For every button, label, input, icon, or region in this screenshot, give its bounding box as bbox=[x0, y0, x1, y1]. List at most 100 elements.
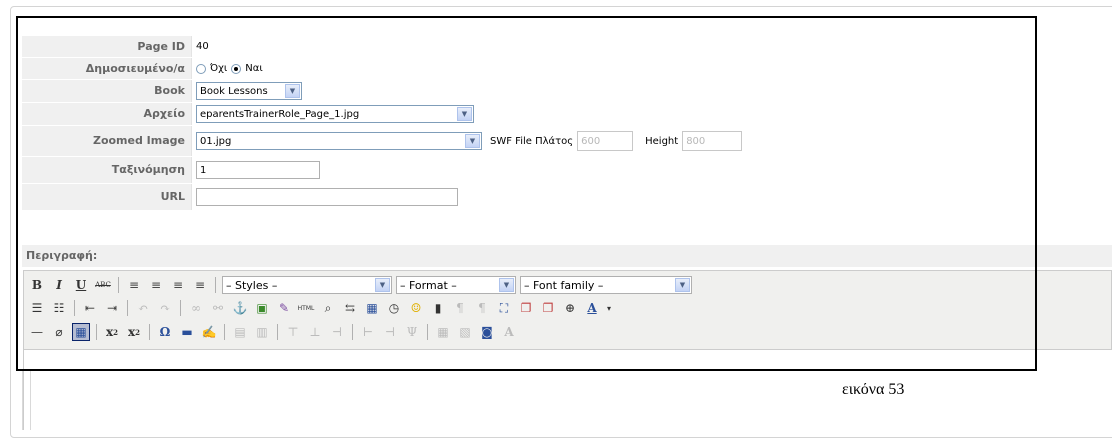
bullet-list-icon[interactable]: ☰ bbox=[28, 299, 46, 317]
url-input[interactable] bbox=[196, 188, 458, 206]
insert-time-icon[interactable]: ◷ bbox=[385, 299, 403, 317]
toolbar-separator bbox=[127, 300, 128, 316]
align-justify-icon[interactable]: ≡ bbox=[191, 276, 209, 294]
swf-width-input[interactable] bbox=[577, 131, 634, 151]
styles-select[interactable]: – Styles – ▼ bbox=[222, 276, 392, 294]
book-select[interactable]: Book Lessons ▼ bbox=[196, 82, 302, 100]
table-cell-props-icon[interactable]: ▥ bbox=[253, 323, 271, 341]
toolbar-separator bbox=[427, 324, 428, 340]
row-published: Δημοσιευμένο/α Όχι Ναι bbox=[22, 58, 1112, 80]
link-icon[interactable]: ∞ bbox=[187, 299, 205, 317]
anchor-icon[interactable]: ⚓ bbox=[231, 299, 249, 317]
replace-icon[interactable]: ⇆ bbox=[341, 299, 359, 317]
subscript-icon[interactable]: x2 bbox=[103, 323, 121, 341]
ltr-icon[interactable]: ¶ bbox=[451, 299, 469, 317]
figure-caption: εικόνα 53 bbox=[842, 381, 905, 398]
align-left-icon[interactable]: ≡ bbox=[125, 276, 143, 294]
height-label: Height bbox=[645, 135, 679, 147]
chevron-down-icon[interactable]: ▼ bbox=[285, 84, 300, 98]
indent-icon[interactable]: ⇥ bbox=[103, 299, 121, 317]
toolbar-separator bbox=[277, 324, 278, 340]
text-color-icon[interactable]: A bbox=[583, 299, 601, 317]
numbered-list-icon[interactable]: ☷ bbox=[50, 299, 68, 317]
insert-row-before-icon[interactable]: ⊤ bbox=[284, 323, 302, 341]
page-id-label: Page ID bbox=[22, 36, 192, 57]
toolbar-separator bbox=[180, 300, 181, 316]
zoomed-select[interactable]: 01.jpg ▼ bbox=[196, 132, 482, 150]
redo-icon[interactable]: ↷ bbox=[156, 299, 174, 317]
style-props-icon[interactable]: A bbox=[500, 323, 518, 341]
insert-layer-icon[interactable]: ⊕ bbox=[561, 299, 579, 317]
file-label: Αρχείο bbox=[22, 103, 192, 125]
format-select-value: – Format – bbox=[400, 278, 457, 292]
visual-aid-icon[interactable]: ▬ bbox=[178, 323, 196, 341]
insert-box-icon[interactable]: ◙ bbox=[478, 323, 496, 341]
chevron-down-icon[interactable]: ▾ bbox=[605, 299, 613, 317]
row-ordering: Ταξινόμηση bbox=[22, 157, 1112, 184]
superscript-icon[interactable]: x2 bbox=[125, 323, 143, 341]
row-url: URL bbox=[22, 184, 1112, 211]
chevron-down-icon[interactable]: ▼ bbox=[457, 107, 472, 121]
underline-icon[interactable]: U bbox=[72, 276, 90, 294]
remove-format-icon[interactable]: ⌀ bbox=[50, 323, 68, 341]
bold-icon[interactable]: B bbox=[28, 276, 46, 294]
html-icon[interactable]: HTML bbox=[297, 299, 315, 317]
emoticon-icon[interactable]: ☺ bbox=[407, 299, 425, 317]
rtl-icon[interactable]: ¶ bbox=[473, 299, 491, 317]
url-label: URL bbox=[22, 184, 192, 210]
file-select-value: eparentsTrainerRole_Page_1.jpg bbox=[200, 108, 360, 120]
insert-col-before-icon[interactable]: ⊢ bbox=[359, 323, 377, 341]
chevron-down-icon[interactable]: ▼ bbox=[375, 278, 390, 292]
chevron-down-icon[interactable]: ▼ bbox=[499, 278, 514, 292]
toolbar-separator bbox=[224, 324, 225, 340]
italic-icon[interactable]: I bbox=[50, 276, 68, 294]
book-select-value: Book Lessons bbox=[200, 85, 268, 97]
font-family-select-value: – Font family – bbox=[524, 278, 604, 292]
align-center-icon[interactable]: ≡ bbox=[147, 276, 165, 294]
divider bbox=[30, 370, 31, 430]
strikethrough-icon[interactable]: ABC bbox=[94, 276, 112, 294]
edit-icon[interactable]: ✍ bbox=[200, 323, 218, 341]
ordering-input[interactable] bbox=[196, 161, 320, 179]
divider bbox=[22, 370, 23, 430]
chevron-down-icon[interactable]: ▼ bbox=[465, 134, 480, 148]
table-icon[interactable]: ▦ bbox=[72, 323, 90, 341]
book-label: Book bbox=[22, 80, 192, 102]
insert-row-after-icon[interactable]: ⊥ bbox=[306, 323, 324, 341]
height-input[interactable] bbox=[682, 131, 743, 151]
align-right-icon[interactable]: ≡ bbox=[169, 276, 187, 294]
toolbar-separator bbox=[215, 277, 216, 293]
outdent-icon[interactable]: ⇤ bbox=[81, 299, 99, 317]
copy-icon[interactable]: ❐ bbox=[517, 299, 535, 317]
cleanup-icon[interactable]: ✎ bbox=[275, 299, 293, 317]
delete-col-icon[interactable]: Ψ bbox=[403, 323, 421, 341]
insert-date-icon[interactable]: ▦ bbox=[363, 299, 381, 317]
zoomed-label: Zoomed Image bbox=[22, 126, 192, 156]
horizontal-rule-icon[interactable]: — bbox=[28, 323, 46, 341]
special-char-icon[interactable]: Ω bbox=[156, 323, 174, 341]
row-file: Αρχείο eparentsTrainerRole_Page_1.jpg ▼ bbox=[22, 103, 1112, 126]
undo-icon[interactable]: ↶ bbox=[134, 299, 152, 317]
insert-col-after-icon[interactable]: ⊣ bbox=[381, 323, 399, 341]
chevron-down-icon[interactable]: ▼ bbox=[675, 278, 690, 292]
file-select[interactable]: eparentsTrainerRole_Page_1.jpg ▼ bbox=[196, 105, 474, 123]
unlink-icon[interactable]: ⚯ bbox=[209, 299, 227, 317]
published-no-radio[interactable] bbox=[196, 63, 206, 74]
paste-icon[interactable]: ❐ bbox=[539, 299, 557, 317]
merge-cells-icon[interactable]: ▧ bbox=[456, 323, 474, 341]
search-icon[interactable]: ⌕ bbox=[319, 299, 337, 317]
fullscreen-icon[interactable]: ⛶ bbox=[495, 299, 513, 317]
delete-row-icon[interactable]: ⊣ bbox=[328, 323, 346, 341]
styles-select-value: – Styles – bbox=[226, 278, 278, 292]
editor-content-area[interactable] bbox=[23, 350, 1112, 430]
published-yes-label: Ναι bbox=[245, 63, 263, 74]
split-cells-icon[interactable]: ▦ bbox=[434, 323, 452, 341]
format-select[interactable]: – Format – ▼ bbox=[396, 276, 516, 294]
row-page-id: Page ID 40 bbox=[22, 36, 1112, 58]
image-icon[interactable]: ▣ bbox=[253, 299, 271, 317]
media-icon[interactable]: ▮ bbox=[429, 299, 447, 317]
editor-toolbar: B I U ABC ≡ ≡ ≡ ≡ – Styles – ▼ – Format … bbox=[23, 270, 1112, 350]
font-family-select[interactable]: – Font family – ▼ bbox=[520, 276, 692, 294]
published-yes-radio[interactable] bbox=[231, 63, 242, 74]
table-row-props-icon[interactable]: ▤ bbox=[231, 323, 249, 341]
